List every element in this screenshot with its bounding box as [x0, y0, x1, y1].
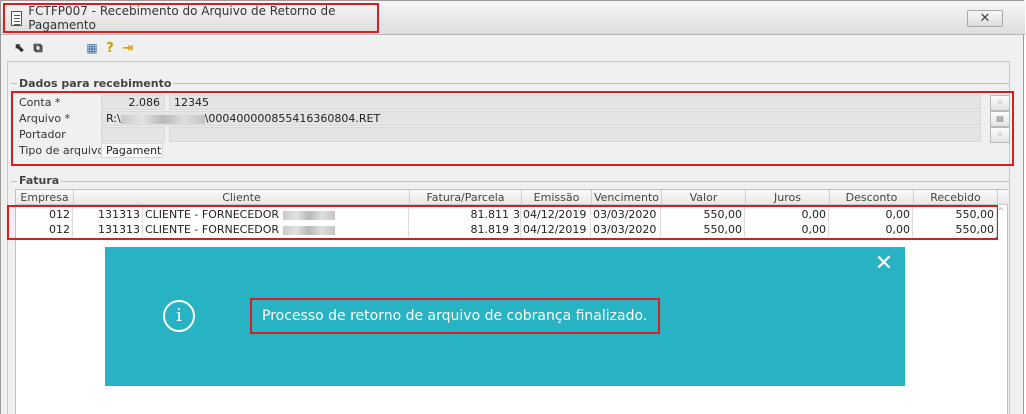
cell-valor: 550,00: [661, 222, 745, 237]
import-icon[interactable]: ⬉: [11, 39, 29, 57]
notification-message: Processo de retorno de arquivo de cobran…: [262, 308, 648, 324]
form-legend: Dados para recebimento: [17, 77, 174, 90]
cell-emissao: 04/12/2019: [521, 207, 591, 222]
table-header: Empresa Cliente Fatura/Parcela Emissão V…: [16, 190, 1008, 205]
cell-emissao: 04/12/2019: [521, 222, 591, 237]
redacted-name: [282, 225, 335, 235]
cell-fatura: 81.811: [470, 208, 510, 221]
info-icon: i: [163, 300, 195, 332]
conta-code-field[interactable]: 2.086: [101, 95, 165, 110]
message-highlight: Processo de retorno de arquivo de cobran…: [250, 298, 660, 334]
cell-parcela: 3: [513, 207, 521, 222]
cell-recebido: 550,00: [913, 207, 997, 222]
toolbar: ⬉ ⧉ ▦ ? ⇥: [11, 38, 137, 58]
cell-empresa: 012: [15, 222, 73, 237]
col-vencimento[interactable]: Vencimento: [592, 190, 662, 205]
col-emissao[interactable]: Emissão: [522, 190, 592, 205]
cell-valor: 550,00: [661, 207, 745, 222]
cell-cliente-nome: CLIENTE - FORNECEDOR: [143, 207, 409, 222]
cell-fatura: 81.819: [470, 223, 510, 236]
redacted-path: [120, 114, 205, 124]
browse-file-button[interactable]: ▤: [990, 111, 1010, 127]
close-icon[interactable]: ✕: [875, 253, 893, 275]
tipo-arquivo-field[interactable]: Pagamento: [101, 143, 163, 158]
portador-code-field[interactable]: [101, 127, 165, 142]
window-title: FCTFP007 - Recebimento do Arquivo de Ret…: [28, 4, 336, 32]
cell-recebido: 550,00: [913, 222, 997, 237]
window-close-button[interactable]: ✕: [967, 10, 1003, 27]
title-highlight: FCTFP007 - Recebimento do Arquivo de Ret…: [3, 3, 379, 33]
col-cliente[interactable]: Cliente: [74, 190, 410, 205]
tipo-row: Tipo de arquivo Pagamento: [13, 143, 1012, 159]
portador-name-field: [169, 127, 981, 142]
conta-label: Conta *: [19, 96, 61, 109]
fatura-legend: Fatura: [17, 174, 62, 187]
cliente-nome: CLIENTE - FORNECEDOR: [145, 208, 280, 221]
cell-cliente-nome: CLIENTE - FORNECEDOR: [143, 222, 409, 237]
conta-row: Conta * 2.086 12345 ⁘: [13, 95, 1012, 111]
table-row[interactable]: 012 131313 CLIENTE - FORNECEDOR 81.819 3…: [15, 222, 997, 237]
cell-vencimento: 03/03/2020: [591, 207, 661, 222]
portador-label: Portador: [19, 128, 66, 141]
cell-juros: 0,00: [745, 222, 829, 237]
cell-vencimento: 03/03/2020: [591, 222, 661, 237]
conta-name-field: 12345: [169, 95, 981, 110]
col-recebido[interactable]: Recebido: [914, 190, 998, 205]
arquivo-field[interactable]: R:\ \000400000855416360804.RET: [101, 111, 981, 126]
cell-cliente-cod: 131313: [73, 222, 143, 237]
arquivo-prefix: R:\: [106, 112, 121, 125]
arquivo-row: Arquivo * R:\ \000400000855416360804.RET …: [13, 111, 1012, 127]
exit-icon[interactable]: ⇥: [119, 39, 137, 57]
cell-desconto: 0,00: [829, 222, 913, 237]
table-row[interactable]: 012 131313 CLIENTE - FORNECEDOR 81.811 3…: [15, 207, 997, 222]
col-empresa[interactable]: Empresa: [16, 190, 74, 205]
cell-parcela: 3: [513, 222, 521, 237]
col-valor[interactable]: Valor: [662, 190, 746, 205]
arquivo-label: Arquivo *: [19, 112, 71, 125]
tipo-label: Tipo de arquivo: [19, 144, 105, 157]
document-icon: [11, 10, 23, 26]
app-window: FCTFP007 - Recebimento do Arquivo de Ret…: [0, 0, 1025, 414]
col-desconto[interactable]: Desconto: [830, 190, 914, 205]
portador-lookup-button[interactable]: ⁘: [990, 127, 1010, 143]
layers-icon[interactable]: ⧉: [29, 39, 47, 57]
arquivo-suffix: \000400000855416360804.RET: [204, 112, 381, 125]
grid-icon[interactable]: ▦: [83, 39, 101, 57]
scroll-up-icon[interactable]: ^: [997, 207, 1005, 217]
notification-toast: ✕ i Processo de retorno de arquivo de co…: [105, 247, 905, 386]
col-fatura-parcela[interactable]: Fatura/Parcela: [410, 190, 522, 205]
form-highlight: Conta * 2.086 12345 ⁘ Arquivo * R:\ \0004…: [11, 91, 1014, 166]
cliente-nome: CLIENTE - FORNECEDOR: [145, 223, 280, 236]
portador-row: Portador ⁘: [13, 127, 1012, 143]
help-icon[interactable]: ?: [101, 39, 119, 57]
title-bar: FCTFP007 - Recebimento do Arquivo de Ret…: [1, 1, 1025, 35]
cell-empresa: 012: [15, 207, 73, 222]
redacted-name: [282, 210, 335, 220]
conta-lookup-button[interactable]: ⁘: [990, 95, 1010, 111]
col-juros[interactable]: Juros: [746, 190, 830, 205]
cell-desconto: 0,00: [829, 207, 913, 222]
cell-juros: 0,00: [745, 207, 829, 222]
cell-cliente-cod: 131313: [73, 207, 143, 222]
